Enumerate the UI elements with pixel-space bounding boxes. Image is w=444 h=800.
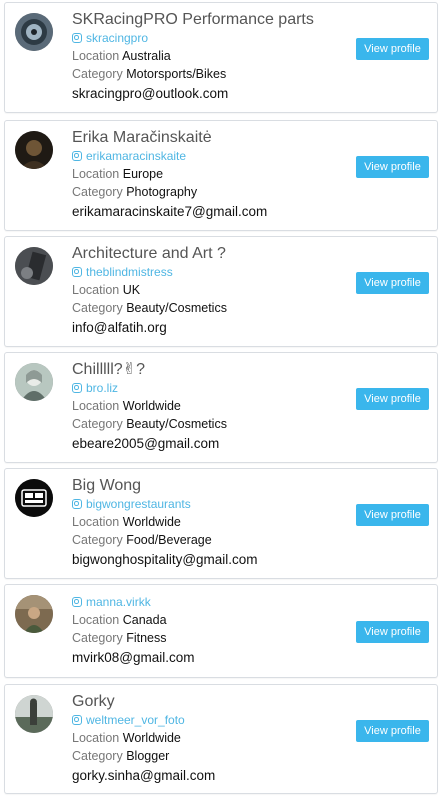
- email-address: ebeare2005@gmail.com: [72, 436, 220, 451]
- category-value: Beauty/Cosmetics: [126, 417, 227, 431]
- avatar[interactable]: [15, 13, 53, 51]
- instagram-icon: [72, 597, 82, 607]
- email-address: skracingpro@outlook.com: [72, 86, 229, 101]
- view-profile-button[interactable]: View profile: [356, 504, 429, 526]
- profile-name[interactable]: Chilllll?✌?: [72, 361, 337, 379]
- handle-text: manna.virkk: [86, 595, 151, 609]
- profile-name[interactable]: Erika Maračinskaitė: [72, 129, 337, 147]
- category-label: Category: [72, 631, 123, 645]
- email-address: mvirk08@gmail.com: [72, 650, 195, 665]
- location-value: Worldwide: [122, 515, 181, 529]
- location-label: Location: [72, 613, 120, 627]
- category-row: Category Photography: [72, 184, 337, 200]
- category-label: Category: [72, 417, 123, 431]
- location-row: Location Canada: [72, 612, 337, 628]
- instagram-handle-link[interactable]: skracingpro: [72, 31, 337, 46]
- location-row: Location Europe: [72, 166, 337, 182]
- handle-text: bro.liz: [86, 381, 119, 395]
- view-profile-button[interactable]: View profile: [356, 388, 429, 410]
- instagram-icon: [72, 33, 82, 43]
- instagram-handle-link[interactable]: theblindmistress: [72, 265, 337, 280]
- category-row: Category Blogger: [72, 748, 337, 764]
- instagram-icon: [72, 151, 82, 161]
- handle-text: skracingpro: [86, 31, 149, 45]
- profile-name[interactable]: SKRacingPRO Performance parts: [72, 11, 337, 29]
- view-profile-button[interactable]: View profile: [356, 272, 429, 294]
- profile-card: Architecture and Art ? theblindmistress …: [4, 236, 438, 347]
- location-row: Location Worldwide: [72, 398, 337, 414]
- category-value: Food/Beverage: [126, 533, 212, 547]
- location-value: Worldwide: [122, 731, 181, 745]
- profile-card: manna.virkk Location Canada Category Fit…: [4, 584, 438, 678]
- avatar[interactable]: [15, 695, 53, 733]
- email-address: info@alfatih.org: [72, 320, 167, 335]
- instagram-icon: [72, 499, 82, 509]
- location-value: Australia: [122, 49, 171, 63]
- category-label: Category: [72, 67, 123, 81]
- category-value: Blogger: [126, 749, 170, 763]
- avatar[interactable]: [15, 595, 53, 633]
- handle-text: bigwongrestaurants: [86, 497, 191, 511]
- profile-name[interactable]: Big Wong: [72, 477, 337, 495]
- instagram-handle-link[interactable]: bigwongrestaurants: [72, 497, 337, 512]
- avatar[interactable]: [15, 131, 53, 169]
- location-label: Location: [72, 283, 120, 297]
- location-label: Location: [72, 167, 120, 181]
- instagram-handle-link[interactable]: weltmeer_vor_foto: [72, 713, 337, 728]
- category-value: Beauty/Cosmetics: [126, 301, 227, 315]
- avatar[interactable]: [15, 363, 53, 401]
- email-address: erikamaracinskaite7@gmail.com: [72, 204, 268, 219]
- view-profile-button[interactable]: View profile: [356, 720, 429, 742]
- profile-card: Big Wong bigwongrestaurants Location Wor…: [4, 468, 438, 579]
- profile-card: Gorky weltmeer_vor_foto Location Worldwi…: [4, 684, 438, 794]
- category-label: Category: [72, 749, 123, 763]
- category-row: Category Beauty/Cosmetics: [72, 416, 337, 432]
- category-value: Fitness: [126, 631, 167, 645]
- category-row: Category Fitness: [72, 630, 337, 646]
- instagram-icon: [72, 383, 82, 393]
- location-label: Location: [72, 731, 120, 745]
- email-address: bigwonghospitality@gmail.com: [72, 552, 258, 567]
- instagram-handle-link[interactable]: erikamaracinskaite: [72, 149, 337, 164]
- instagram-handle-link[interactable]: bro.liz: [72, 381, 337, 396]
- profile-name[interactable]: Architecture and Art ?: [72, 245, 337, 263]
- handle-text: weltmeer_vor_foto: [86, 713, 185, 727]
- profile-card: SKRacingPRO Performance parts skracingpr…: [4, 2, 438, 113]
- view-profile-button[interactable]: View profile: [356, 621, 429, 643]
- handle-text: theblindmistress: [86, 265, 173, 279]
- location-label: Location: [72, 49, 120, 63]
- location-value: Canada: [122, 613, 167, 627]
- profile-card: Erika Maračinskaitė erikamaracinskaite L…: [4, 120, 438, 231]
- email-address: gorky.sinha@gmail.com: [72, 768, 216, 783]
- category-row: Category Beauty/Cosmetics: [72, 300, 337, 316]
- location-row: Location Worldwide: [72, 514, 337, 530]
- category-row: Category Motorsports/Bikes: [72, 66, 337, 82]
- instagram-handle-link[interactable]: manna.virkk: [72, 595, 337, 610]
- location-row: Location Australia: [72, 48, 337, 64]
- view-profile-button[interactable]: View profile: [356, 156, 429, 178]
- instagram-icon: [72, 267, 82, 277]
- category-value: Photography: [126, 185, 198, 199]
- location-row: Location Worldwide: [72, 730, 337, 746]
- category-label: Category: [72, 185, 123, 199]
- handle-text: erikamaracinskaite: [86, 149, 187, 163]
- profile-list: SKRacingPRO Performance parts skracingpr…: [0, 0, 444, 800]
- avatar[interactable]: [15, 479, 53, 517]
- location-label: Location: [72, 399, 120, 413]
- instagram-icon: [72, 715, 82, 725]
- location-value: Europe: [122, 167, 164, 181]
- profile-name[interactable]: Gorky: [72, 693, 337, 711]
- category-label: Category: [72, 301, 123, 315]
- category-value: Motorsports/Bikes: [126, 67, 227, 81]
- view-profile-button[interactable]: View profile: [356, 38, 429, 60]
- category-label: Category: [72, 533, 123, 547]
- location-row: Location UK: [72, 282, 337, 298]
- location-value: Worldwide: [122, 399, 181, 413]
- location-label: Location: [72, 515, 120, 529]
- category-row: Category Food/Beverage: [72, 532, 337, 548]
- avatar[interactable]: [15, 247, 53, 285]
- profile-card: Chilllll?✌? bro.liz Location Worldwide C…: [4, 352, 438, 463]
- location-value: UK: [122, 283, 141, 297]
